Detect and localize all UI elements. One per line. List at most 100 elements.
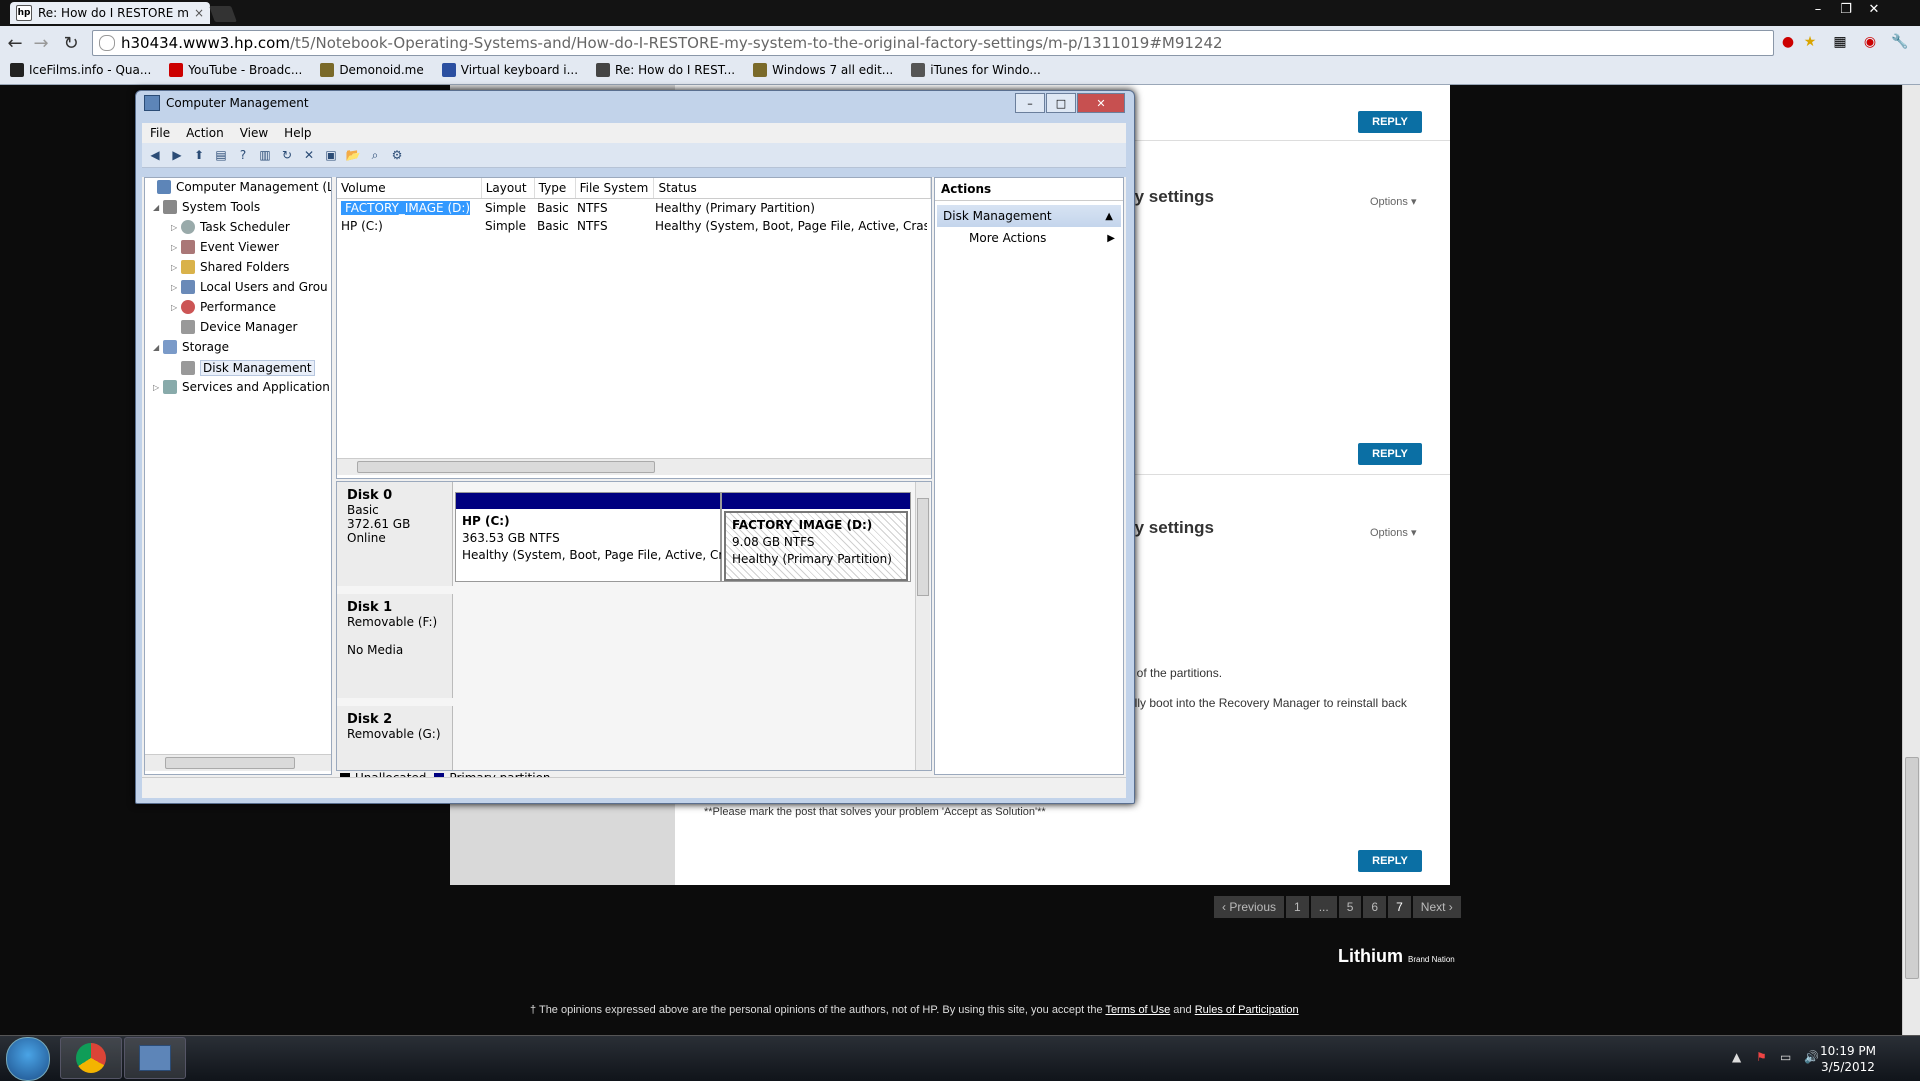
collapse-up-icon[interactable]: ▲ bbox=[1105, 211, 1113, 222]
show-hidden-icons[interactable]: ▲ bbox=[1732, 1050, 1741, 1064]
back-arrow-icon[interactable]: ◀ bbox=[146, 146, 164, 164]
tree-horizontal-scrollbar[interactable] bbox=[145, 754, 331, 771]
forward-arrow-icon[interactable]: → bbox=[30, 32, 52, 54]
column-volume[interactable]: Volume bbox=[337, 178, 482, 198]
maximize-icon[interactable]: □ bbox=[1046, 93, 1076, 113]
tree-item-device-manager[interactable]: Device Manager bbox=[171, 320, 297, 334]
forward-arrow-icon[interactable]: ▶ bbox=[168, 146, 186, 164]
bookmark-item[interactable]: Demonoid.me bbox=[320, 63, 424, 77]
table-row[interactable]: HP (C:) Simple Basic NTFS Healthy (Syste… bbox=[337, 217, 931, 235]
bookmark-item[interactable]: Virtual keyboard i... bbox=[441, 63, 578, 77]
disk-0-label[interactable]: Disk 0 Basic 372.61 GB Online bbox=[337, 482, 453, 586]
expand-icon[interactable]: ▷ bbox=[171, 283, 181, 292]
disk-view-scrollbar[interactable] bbox=[915, 482, 930, 770]
bookmark-item[interactable]: YouTube - Broadc... bbox=[169, 63, 302, 77]
tree-item-performance[interactable]: ▷ Performance bbox=[171, 300, 276, 314]
help-icon[interactable]: ? bbox=[234, 146, 252, 164]
refresh-icon[interactable]: ↻ bbox=[278, 146, 296, 164]
extension-icon[interactable]: ▦ bbox=[1830, 32, 1850, 52]
tree-item-disk-management[interactable]: Disk Management bbox=[171, 360, 315, 376]
start-button[interactable] bbox=[6, 1037, 50, 1081]
search-icon[interactable]: ⌕ bbox=[366, 146, 384, 164]
page-scrollbar[interactable] bbox=[1902, 85, 1920, 1035]
partition-c[interactable]: HP (C:) 363.53 GB NTFS Healthy (System, Bo… bbox=[455, 492, 731, 582]
scrollbar-thumb[interactable] bbox=[357, 461, 655, 473]
scrollbar-thumb[interactable] bbox=[917, 498, 929, 596]
expand-icon[interactable]: ▷ bbox=[171, 303, 181, 312]
computer-management-taskbar-button[interactable] bbox=[124, 1037, 186, 1079]
options-menu[interactable]: Options ▾ bbox=[1370, 526, 1417, 539]
partition-d[interactable]: FACTORY_IMAGE (D:) 9.08 GB NTFS Healthy (P… bbox=[721, 492, 911, 582]
up-folder-icon[interactable]: ⬆ bbox=[190, 146, 208, 164]
menu-view[interactable]: View bbox=[232, 126, 276, 140]
column-type[interactable]: Type bbox=[535, 178, 576, 198]
tree-root[interactable]: Computer Management (Lo bbox=[147, 180, 331, 194]
menu-help[interactable]: Help bbox=[276, 126, 319, 140]
more-actions-item[interactable]: More Actions ▶ bbox=[935, 227, 1123, 249]
bookmark-item[interactable]: Re: How do I REST... bbox=[596, 63, 735, 77]
column-layout[interactable]: Layout bbox=[482, 178, 535, 198]
delete-icon[interactable]: ✕ bbox=[300, 146, 318, 164]
show-hide-tree-icon[interactable]: ▤ bbox=[212, 146, 230, 164]
settings-icon[interactable]: ⚙ bbox=[388, 146, 406, 164]
reply-button[interactable]: REPLY bbox=[1358, 850, 1422, 872]
expand-icon[interactable]: ▷ bbox=[153, 383, 163, 392]
open-folder-icon[interactable]: 📂 bbox=[344, 146, 362, 164]
collapse-icon[interactable]: ◢ bbox=[153, 203, 163, 212]
terms-of-use-link[interactable]: Terms of Use bbox=[1105, 1004, 1170, 1016]
tree-item-event-viewer[interactable]: ▷ Event Viewer bbox=[171, 240, 279, 254]
maximize-icon[interactable]: ❐ bbox=[1832, 0, 1860, 18]
scrollbar-thumb[interactable] bbox=[165, 757, 295, 769]
reply-button[interactable]: REPLY bbox=[1358, 111, 1422, 133]
menu-action[interactable]: Action bbox=[178, 126, 232, 140]
properties-icon[interactable]: ▣ bbox=[322, 146, 340, 164]
disk-2-label[interactable]: Disk 2 Removable (G:) bbox=[337, 706, 453, 770]
options-menu[interactable]: Options ▾ bbox=[1370, 195, 1417, 208]
close-icon[interactable]: ✕ bbox=[1077, 93, 1125, 113]
tree-item-system-tools[interactable]: ◢ System Tools bbox=[153, 200, 260, 214]
minimize-icon[interactable]: – bbox=[1804, 0, 1832, 18]
address-bar[interactable]: h30434.www3.hp.com/t5/Notebook-Operating… bbox=[92, 30, 1774, 56]
chrome-taskbar-button[interactable] bbox=[60, 1037, 122, 1079]
bookmark-item[interactable]: IceFilms.info - Qua... bbox=[10, 63, 151, 77]
back-arrow-icon[interactable]: ← bbox=[4, 32, 26, 54]
disk-1-label[interactable]: Disk 1 Removable (F:) No Media bbox=[337, 594, 453, 698]
expand-icon[interactable]: ▷ bbox=[171, 223, 181, 232]
browser-tab[interactable]: hp Re: How do I RESTORE m × bbox=[10, 2, 210, 24]
tree-item-task-scheduler[interactable]: ▷ Task Scheduler bbox=[171, 220, 290, 234]
collapse-icon[interactable]: ◢ bbox=[153, 343, 163, 352]
minimize-icon[interactable]: – bbox=[1015, 93, 1045, 113]
bookmark-item[interactable]: Windows 7 all edit... bbox=[753, 63, 893, 77]
opera-icon[interactable]: ◉ bbox=[1860, 32, 1880, 52]
tree-item-services[interactable]: ▷ Services and Application bbox=[153, 380, 330, 394]
star-icon[interactable]: ★ bbox=[1800, 32, 1820, 52]
column-status[interactable]: Status bbox=[654, 178, 931, 198]
expand-icon[interactable]: ▷ bbox=[171, 263, 181, 272]
rules-link[interactable]: Rules of Participation bbox=[1195, 1004, 1299, 1016]
volume-horizontal-scrollbar[interactable] bbox=[337, 458, 931, 475]
wrench-icon[interactable]: 🔧 bbox=[1890, 32, 1910, 52]
tree-item-local-users[interactable]: ▷ Local Users and Grou bbox=[171, 280, 328, 294]
next-page-button[interactable]: Next › bbox=[1412, 896, 1461, 918]
table-row[interactable]: FACTORY_IMAGE (D:) Simple Basic NTFS Hea… bbox=[337, 199, 931, 217]
tree-item-shared-folders[interactable]: ▷ Shared Folders bbox=[171, 260, 289, 274]
network-icon[interactable]: ▭ bbox=[1780, 1050, 1791, 1064]
adblock-icon[interactable]: ● bbox=[1778, 32, 1798, 52]
action-center-flag-icon[interactable]: ⚑ bbox=[1756, 1050, 1767, 1064]
close-icon[interactable]: × bbox=[194, 6, 204, 20]
action-pane-icon[interactable]: ▥ bbox=[256, 146, 274, 164]
page-1-link[interactable]: 1 bbox=[1286, 896, 1309, 918]
bookmark-item[interactable]: iTunes for Windo... bbox=[911, 63, 1041, 77]
reload-icon[interactable]: ↻ bbox=[60, 32, 82, 54]
tree-item-storage[interactable]: ◢ Storage bbox=[153, 340, 229, 354]
previous-page-button[interactable]: ‹ Previous bbox=[1214, 896, 1285, 918]
reply-button[interactable]: REPLY bbox=[1358, 443, 1422, 465]
column-file-system[interactable]: File System bbox=[576, 178, 655, 198]
expand-icon[interactable]: ▷ bbox=[171, 243, 181, 252]
menu-file[interactable]: File bbox=[142, 126, 178, 140]
page-6-link[interactable]: 6 bbox=[1363, 896, 1387, 918]
volume-icon[interactable]: 🔊 bbox=[1804, 1050, 1819, 1064]
close-icon[interactable]: ✕ bbox=[1860, 0, 1888, 18]
taskbar-clock[interactable]: 10:19 PM 3/5/2012 bbox=[1820, 1043, 1876, 1075]
actions-section-disk-management[interactable]: Disk Management ▲ bbox=[937, 205, 1121, 227]
